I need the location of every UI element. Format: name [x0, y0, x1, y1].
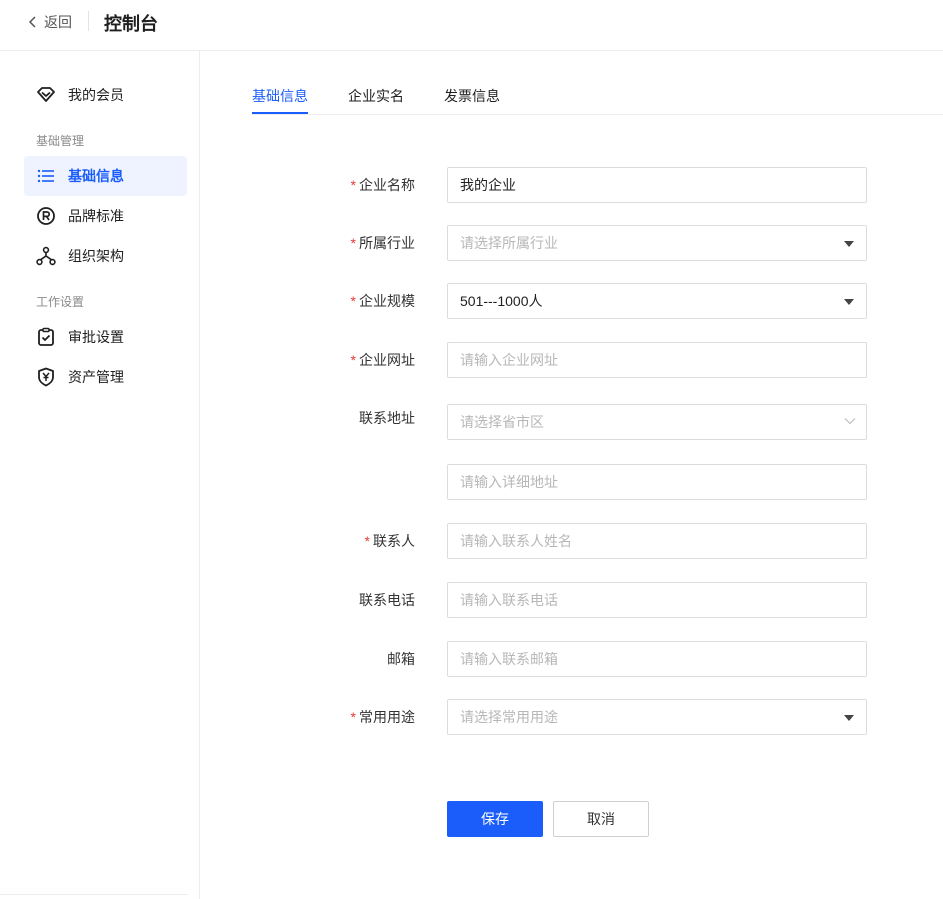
back-button[interactable]: 返回: [28, 12, 72, 32]
chevron-left-icon: [28, 16, 36, 28]
caret-down-icon: [844, 299, 854, 305]
sidebar-divider: [0, 894, 188, 895]
address-label: 联系地址: [359, 410, 415, 426]
sidebar-item-label: 品牌标准: [68, 208, 124, 224]
phone-label: 联系电话: [359, 592, 415, 608]
top-header: 返回 控制台: [0, 0, 943, 51]
form-row-address: 联系地址 请选择省市区: [0, 404, 943, 440]
page-title: 控制台: [104, 14, 158, 34]
sidebar-item-label: 我的会员: [68, 87, 124, 103]
company-name-input[interactable]: 我的企业: [447, 167, 867, 203]
industry-placeholder: 请选择所属行业: [460, 235, 558, 251]
cancel-button[interactable]: 取消: [553, 801, 649, 837]
form-row-phone: 联系电话: [0, 582, 943, 618]
contact-label: * 联系人: [364, 533, 415, 549]
phone-input[interactable]: [447, 582, 867, 618]
scale-label: * 企业规模: [350, 293, 415, 309]
usage-placeholder: 请选择常用用途: [460, 709, 558, 725]
tab-bar: 基础信息 企业实名 发票信息: [252, 51, 943, 115]
back-label: 返回: [44, 14, 72, 30]
tab-real-name[interactable]: 企业实名: [348, 86, 404, 106]
form-row-industry: * 所属行业 请选择所属行业: [0, 225, 943, 261]
email-label: 邮箱: [387, 651, 415, 667]
diamond-icon: [36, 85, 56, 105]
region-select[interactable]: 请选择省市区: [447, 404, 867, 440]
caret-down-icon: [844, 715, 854, 721]
form-row-website: * 企业网址: [0, 342, 943, 378]
save-button[interactable]: 保存: [447, 801, 543, 837]
address-detail-input[interactable]: [447, 464, 867, 500]
form-row-email: 邮箱: [0, 641, 943, 677]
form-row-address-detail: [0, 464, 943, 500]
group-title-basic: 基础管理: [36, 134, 85, 148]
registered-icon: [36, 206, 56, 226]
website-input[interactable]: [447, 342, 867, 378]
form-row-scale: * 企业规模 501---1000人: [0, 283, 943, 319]
chevron-down-icon: [844, 418, 856, 425]
scale-select[interactable]: 501---1000人: [447, 283, 867, 319]
form-row-usage: * 常用用途 请选择常用用途: [0, 699, 943, 735]
usage-label: * 常用用途: [350, 709, 415, 725]
caret-down-icon: [844, 241, 854, 247]
industry-label: * 所属行业: [350, 235, 415, 251]
tab-active-indicator: [252, 112, 308, 114]
industry-select[interactable]: 请选择所属行业: [447, 225, 867, 261]
tab-basic-info[interactable]: 基础信息: [252, 86, 308, 106]
contact-name-input[interactable]: [447, 523, 867, 559]
sidebar-item-member[interactable]: 我的会员: [24, 75, 187, 115]
scale-value: 501---1000人: [460, 293, 543, 309]
company-name-label: * 企业名称: [350, 177, 415, 193]
region-placeholder: 请选择省市区: [460, 414, 544, 430]
usage-select[interactable]: 请选择常用用途: [447, 699, 867, 735]
email-input[interactable]: [447, 641, 867, 677]
tab-invoice[interactable]: 发票信息: [444, 86, 500, 106]
website-label: * 企业网址: [350, 352, 415, 368]
form-row-company-name: * 企业名称 我的企业: [0, 167, 943, 203]
header-divider: [88, 11, 89, 31]
form-row-contact: * 联系人: [0, 523, 943, 559]
